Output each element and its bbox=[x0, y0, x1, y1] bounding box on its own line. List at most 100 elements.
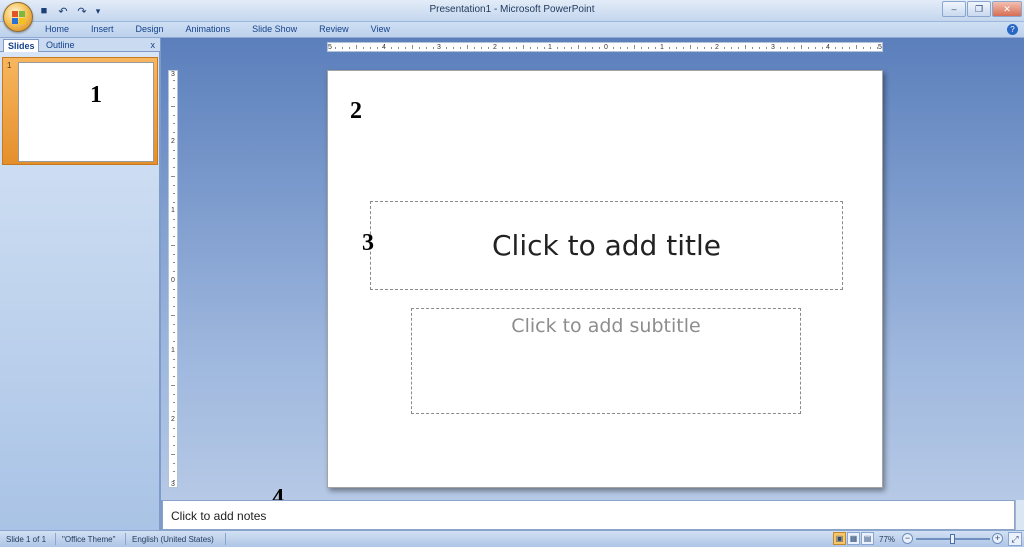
ruler-tick bbox=[822, 47, 823, 49]
status-divider bbox=[225, 533, 226, 545]
ruler-tick bbox=[173, 297, 175, 298]
tab-outline[interactable]: Outline bbox=[42, 39, 84, 52]
thumbnail-number: 1 bbox=[7, 61, 12, 70]
ruler-tick bbox=[173, 88, 175, 89]
tab-design[interactable]: Design bbox=[125, 22, 175, 38]
ruler-tick bbox=[697, 47, 698, 49]
tab-review[interactable]: Review bbox=[308, 22, 360, 38]
ruler-tick bbox=[173, 428, 175, 429]
ruler-label: 1 bbox=[171, 207, 175, 214]
subtitle-placeholder[interactable]: Click to add subtitle bbox=[411, 308, 801, 414]
ruler-tick bbox=[683, 47, 684, 49]
zoom-out-button[interactable]: − bbox=[902, 533, 913, 544]
ruler-tick bbox=[620, 47, 621, 49]
ruler-tick bbox=[453, 47, 454, 49]
ruler-tick bbox=[592, 47, 593, 49]
ruler-label: 1 bbox=[171, 347, 175, 354]
horizontal-ruler[interactable]: 5 4 3 2 1 0 1 2 3 4 5 bbox=[327, 42, 883, 52]
tab-slides[interactable]: Slides bbox=[3, 39, 39, 52]
ruler-tick bbox=[731, 47, 732, 49]
ruler-tick bbox=[613, 47, 614, 49]
status-divider bbox=[55, 533, 56, 545]
help-icon[interactable]: ? bbox=[1007, 24, 1018, 35]
ruler-tick bbox=[173, 271, 175, 272]
ruler-tick bbox=[738, 47, 739, 49]
ruler-tick bbox=[808, 47, 809, 49]
ruler-tick bbox=[815, 47, 816, 49]
window-controls: – ❐ ✕ bbox=[942, 1, 1022, 17]
tab-slide-show[interactable]: Slide Show bbox=[241, 22, 308, 38]
fit-to-window-button[interactable]: ⤢ bbox=[1008, 532, 1022, 546]
notes-scrollbar[interactable] bbox=[1015, 500, 1024, 530]
ruler-tick bbox=[460, 47, 461, 49]
ruler-tick bbox=[849, 47, 850, 49]
ruler-tick bbox=[863, 47, 864, 49]
ruler-tick bbox=[523, 45, 524, 49]
ruler-tick bbox=[173, 394, 175, 395]
ruler-tick bbox=[173, 123, 175, 124]
ruler-tick bbox=[173, 80, 175, 81]
ruler-tick bbox=[173, 471, 175, 472]
ruler-tick bbox=[780, 47, 781, 49]
tab-insert[interactable]: Insert bbox=[80, 22, 125, 38]
slide-sorter-view-button[interactable]: ▦ bbox=[847, 532, 860, 545]
notes-input[interactable]: Click to add notes bbox=[162, 500, 1015, 530]
restore-button[interactable]: ❐ bbox=[967, 1, 991, 17]
ruler-tick bbox=[173, 132, 175, 133]
ruler-tick bbox=[173, 219, 175, 220]
ruler-label: 3 bbox=[171, 481, 175, 488]
ruler-tick bbox=[787, 47, 788, 49]
ruler-label: 4 bbox=[382, 44, 386, 51]
zoom-level[interactable]: 77% bbox=[879, 535, 895, 544]
ruler-tick bbox=[356, 45, 357, 49]
language-indicator[interactable]: English (United States) bbox=[132, 535, 214, 544]
slides-pane: Slides Outline x 1 bbox=[0, 38, 160, 530]
ruler-tick bbox=[173, 158, 175, 159]
ruler-tick bbox=[641, 47, 642, 49]
ruler-tick bbox=[446, 47, 447, 49]
ruler-tick bbox=[537, 47, 538, 49]
ruler-tick bbox=[634, 45, 635, 49]
ruler-tick bbox=[599, 47, 600, 49]
office-button[interactable] bbox=[3, 2, 33, 32]
tab-animations[interactable]: Animations bbox=[175, 22, 242, 38]
ruler-tick bbox=[648, 47, 649, 49]
title-placeholder[interactable]: Click to add title bbox=[370, 201, 843, 290]
close-pane-icon[interactable]: x bbox=[151, 39, 156, 51]
ruler-label: 3 bbox=[171, 71, 175, 78]
zoom-slider-thumb[interactable] bbox=[950, 534, 955, 544]
ruler-tick bbox=[173, 202, 175, 203]
ruler-tick bbox=[690, 45, 691, 49]
slide-canvas[interactable]: Click to add title Click to add subtitle bbox=[327, 70, 883, 488]
minimize-button[interactable]: – bbox=[942, 1, 966, 17]
slide-thumbnail[interactable] bbox=[18, 62, 154, 162]
vertical-ruler[interactable]: 3 2 1 0 1 2 3 bbox=[168, 70, 178, 488]
callout-2: 2 bbox=[350, 98, 362, 124]
ruler-tick bbox=[342, 47, 343, 49]
zoom-in-button[interactable]: + bbox=[992, 533, 1003, 544]
ruler-tick bbox=[676, 47, 677, 49]
normal-view-button[interactable]: ▣ bbox=[833, 532, 846, 545]
office-logo-icon bbox=[12, 11, 25, 24]
ruler-tick bbox=[502, 47, 503, 49]
slide-show-view-button[interactable]: ▤ bbox=[861, 532, 874, 545]
ruler-tick bbox=[585, 47, 586, 49]
ruler-label: 0 bbox=[604, 44, 608, 51]
ruler-tick bbox=[474, 47, 475, 49]
ruler-tick bbox=[377, 47, 378, 49]
ruler-label: 5 bbox=[878, 44, 882, 51]
ruler-tick bbox=[173, 262, 175, 263]
close-button[interactable]: ✕ bbox=[992, 1, 1022, 17]
ruler-tick bbox=[171, 106, 175, 107]
ruler-tick bbox=[766, 47, 767, 49]
ruler-tick bbox=[171, 385, 175, 386]
ruler-tick bbox=[173, 185, 175, 186]
ruler-tick bbox=[171, 176, 175, 177]
tab-home[interactable]: Home bbox=[34, 22, 80, 38]
theme-name: "Office Theme" bbox=[62, 535, 116, 544]
ruler-tick bbox=[173, 97, 175, 98]
slide-counter: Slide 1 of 1 bbox=[6, 535, 47, 544]
tab-view[interactable]: View bbox=[360, 22, 401, 38]
slide-thumbnail-selected[interactable]: 1 bbox=[2, 57, 158, 165]
ruler-tick bbox=[488, 47, 489, 49]
